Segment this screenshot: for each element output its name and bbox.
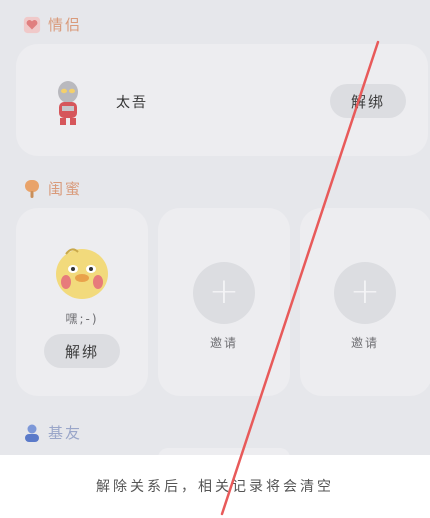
bestie-nickname: 嘿;-) (65, 312, 99, 326)
ice-cream-icon (22, 179, 42, 199)
friends-section-header: 基友 (22, 422, 82, 443)
plus-icon[interactable]: + (193, 262, 255, 324)
heart-icon (22, 15, 42, 35)
bestie-avatar (52, 242, 112, 302)
relations-page: 情侣 太吾 解绑 闺蜜 嘿;-) 解绑 + 邀请 + 邀请 基友 (0, 0, 430, 455)
couple-unbind-button[interactable]: 解绑 (330, 84, 406, 118)
bestie-unbind-button[interactable]: 解绑 (44, 334, 120, 368)
plus-icon[interactable]: + (334, 262, 396, 324)
couple-card: 太吾 解绑 (16, 44, 428, 156)
partner-name: 太吾 (116, 95, 148, 111)
friends-section-title: 基友 (48, 424, 83, 442)
partner-avatar (50, 80, 86, 126)
invite-label-2: 邀请 (350, 336, 379, 350)
couple-section-title: 情侣 (48, 16, 83, 34)
bestie-invite-card-1[interactable]: + 邀请 (158, 208, 290, 396)
person-icon (22, 423, 42, 443)
besties-section-header: 闺蜜 (22, 178, 82, 199)
friends-card-partial (158, 448, 290, 455)
invite-label-1: 邀请 (209, 336, 238, 350)
bestie-invite-card-2[interactable]: + 邀请 (300, 208, 430, 396)
besties-section-title: 闺蜜 (48, 180, 83, 198)
bestie-card-1: 嘿;-) 解绑 (16, 208, 148, 396)
couple-section-header: 情侣 (22, 14, 82, 35)
unbind-warning-text: 解除关系后，相关记录将会清空 (96, 479, 334, 495)
